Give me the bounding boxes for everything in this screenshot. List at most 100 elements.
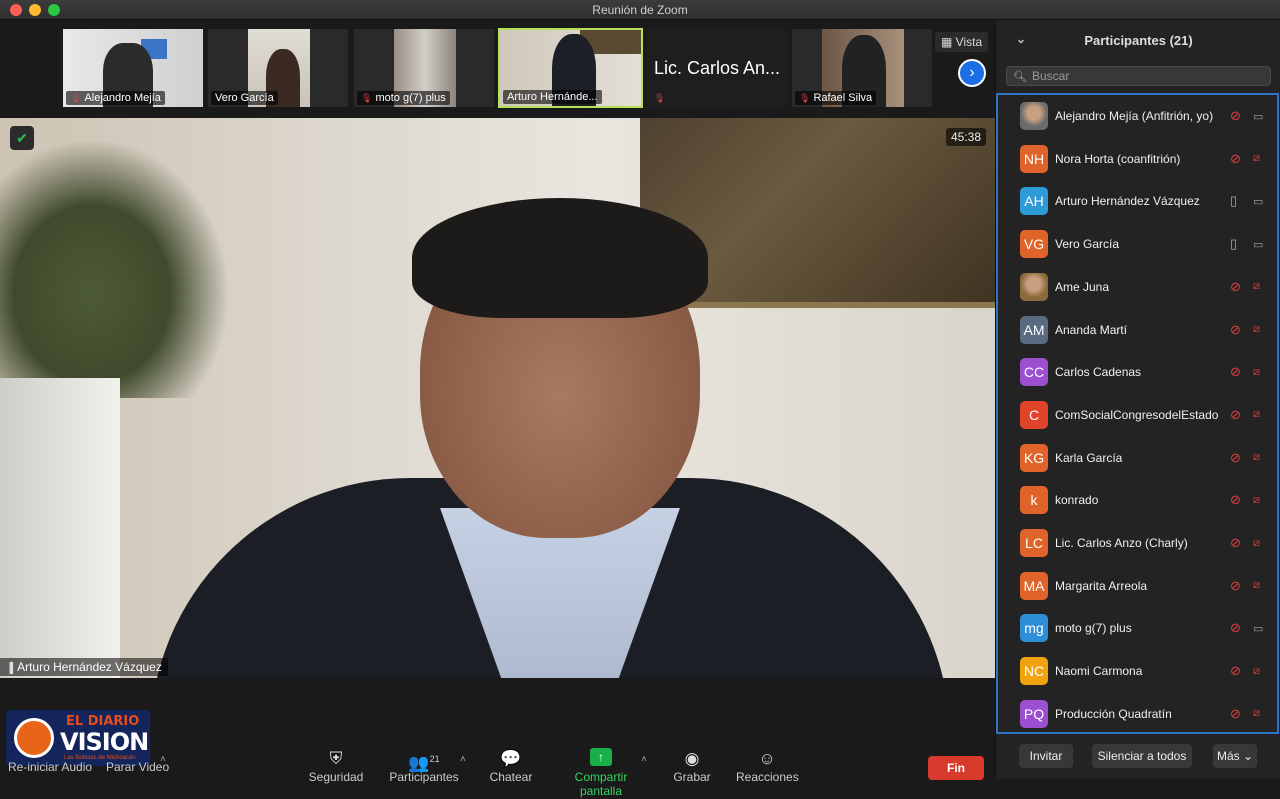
mic-muted-icon[interactable]: ⊘ bbox=[1230, 407, 1241, 423]
participant-name: Margarita Arreola bbox=[1055, 578, 1148, 593]
participant-row[interactable]: VG Vero García ▯ ▭ bbox=[998, 223, 1277, 265]
participants-caret-icon[interactable]: ˄ bbox=[460, 754, 466, 765]
unmute-audio-button[interactable]: Re-iniciar Audio bbox=[8, 760, 92, 774]
thumbnail-tile[interactable]: 🎙 Alejandro Mejía bbox=[62, 28, 204, 108]
thumbnail-name: moto g(7) plus bbox=[375, 92, 446, 104]
participant-row[interactable]: PQ Producción Quadratín ⊘ ⧄ bbox=[998, 693, 1277, 732]
chat-bubble-icon: 💬 bbox=[500, 749, 522, 768]
collapse-chevron-icon[interactable]: ⌄ bbox=[1016, 32, 1026, 46]
participant-row[interactable]: LC Lic. Carlos Anzo (Charly) ⊘ ⧄ bbox=[998, 522, 1277, 564]
end-meeting-button[interactable]: Fin bbox=[928, 756, 984, 780]
avatar: MA bbox=[1020, 571, 1048, 600]
participant-name: Ananda Martí bbox=[1055, 322, 1128, 337]
watermark-logo: EL DIARIO VISION Las Noticias de Michoac… bbox=[6, 710, 150, 766]
more-button[interactable]: Más ⌄ bbox=[1213, 744, 1257, 768]
mic-muted-icon[interactable]: ⊘ bbox=[1230, 151, 1241, 167]
active-speaker-video: ✔ 45:38 ▐ Arturo Hernández Vázquez bbox=[0, 118, 995, 678]
avatar: VG bbox=[1020, 230, 1048, 259]
background-vase bbox=[0, 378, 120, 678]
camera-off-icon[interactable]: ⧄ bbox=[1253, 707, 1260, 720]
mic-muted-icon[interactable]: ⊘ bbox=[1230, 322, 1241, 338]
camera-off-icon[interactable]: ⧄ bbox=[1253, 451, 1260, 464]
next-page-button[interactable]: › bbox=[958, 59, 986, 87]
background-plant bbox=[0, 138, 230, 398]
participant-row[interactable]: AH Arturo Hernández Vázquez ▯ ▭ bbox=[998, 180, 1277, 222]
invite-button[interactable]: Invitar bbox=[1019, 744, 1073, 768]
camera-off-icon[interactable]: ⧄ bbox=[1253, 323, 1260, 336]
participant-name: Arturo Hernández Vázquez bbox=[1055, 194, 1200, 209]
mic-muted-icon[interactable]: ⊘ bbox=[1230, 706, 1241, 722]
share-caret-icon[interactable]: ˄ bbox=[641, 754, 647, 765]
participant-row[interactable]: mg moto g(7) plus ⊘ ▭ bbox=[998, 607, 1277, 649]
record-icon: ◉ bbox=[684, 749, 700, 768]
avatar: mg bbox=[1020, 614, 1048, 643]
meeting-area: 🎙 Alejandro Mejía Vero García 🎙 moto g(7) … bbox=[0, 20, 995, 799]
participant-row[interactable]: NC Naomi Carmona ⊘ ⧄ bbox=[998, 650, 1277, 692]
mic-muted-icon: 🎙 bbox=[361, 93, 373, 103]
participant-name: ComSocialCongresodelEstado bbox=[1055, 407, 1219, 422]
participant-row[interactable]: MA Margarita Arreola ⊘ ⧄ bbox=[998, 565, 1277, 607]
thumbnail-tile-active[interactable]: Arturo Hernánde... bbox=[498, 28, 643, 108]
thumbnail-name: Rafael Silva bbox=[813, 92, 873, 104]
thumbnail-tile[interactable]: 🎙 Rafael Silva bbox=[791, 28, 933, 108]
close-window-button[interactable] bbox=[10, 4, 22, 16]
stop-video-button[interactable]: Parar Video bbox=[106, 760, 169, 774]
mic-muted-icon[interactable]: ⊘ bbox=[1230, 364, 1241, 380]
thumbnail-tile[interactable]: Lic. Carlos An... 🎙 bbox=[646, 28, 788, 108]
logo-emblem bbox=[14, 718, 54, 758]
mic-muted-icon[interactable]: ⊘ bbox=[1230, 108, 1241, 124]
camera-icon[interactable]: ▭ bbox=[1253, 110, 1263, 123]
avatar: PQ bbox=[1020, 699, 1048, 728]
speaker-hair bbox=[412, 198, 708, 318]
search-input[interactable] bbox=[1031, 69, 1262, 83]
search-icon: 🔍︎ bbox=[1013, 70, 1027, 83]
share-screen-button[interactable]: ↑ Compartir pantalla bbox=[552, 748, 650, 798]
mic-muted-icon[interactable]: ⊘ bbox=[1230, 663, 1241, 679]
camera-icon[interactable]: ▭ bbox=[1253, 622, 1263, 635]
mic-muted-icon[interactable]: ⊘ bbox=[1230, 279, 1241, 295]
mic-muted-icon: 🎙 bbox=[70, 93, 82, 103]
participant-row[interactable]: Ame Juna ⊘ ⧄ bbox=[998, 266, 1277, 308]
camera-icon[interactable]: ▭ bbox=[1253, 238, 1263, 251]
avatar: NC bbox=[1020, 657, 1048, 686]
mic-muted-icon[interactable]: ⊘ bbox=[1230, 450, 1241, 466]
camera-off-icon[interactable]: ⧄ bbox=[1253, 579, 1260, 592]
zoom-window-button[interactable] bbox=[48, 4, 60, 16]
participant-row[interactable]: AM Ananda Martí ⊘ ⧄ bbox=[998, 309, 1277, 351]
camera-off-icon[interactable]: ⧄ bbox=[1253, 280, 1260, 293]
view-button[interactable]: ▦ Vista bbox=[935, 32, 989, 52]
participant-row[interactable]: k konrado ⊘ ⧄ bbox=[998, 479, 1277, 521]
camera-off-icon[interactable]: ⧄ bbox=[1253, 152, 1260, 165]
participant-name: Ame Juna bbox=[1055, 279, 1110, 294]
mic-muted-icon[interactable]: ⊘ bbox=[1230, 492, 1241, 508]
camera-icon[interactable]: ▭ bbox=[1253, 195, 1263, 208]
camera-off-icon[interactable]: ⧄ bbox=[1253, 366, 1260, 379]
encryption-shield-icon[interactable]: ✔ bbox=[10, 126, 34, 150]
window-controls bbox=[10, 4, 60, 16]
avatar: KG bbox=[1020, 443, 1048, 472]
minimize-window-button[interactable] bbox=[29, 4, 41, 16]
thumbnail-tile[interactable]: Vero García bbox=[207, 28, 349, 108]
mic-muted-icon[interactable]: ⊘ bbox=[1230, 620, 1241, 636]
mic-icon[interactable]: ▯ bbox=[1230, 193, 1237, 209]
chevron-down-icon: ⌄ bbox=[1239, 749, 1254, 763]
camera-off-icon[interactable]: ⧄ bbox=[1253, 494, 1260, 507]
participant-row[interactable]: Alejandro Mejía (Anfitrión, yo) ⊘ ▭ bbox=[998, 95, 1277, 137]
camera-off-icon[interactable]: ⧄ bbox=[1253, 408, 1260, 421]
title-bar: Reunión de Zoom bbox=[0, 0, 1280, 20]
mic-muted-icon[interactable]: ⊘ bbox=[1230, 535, 1241, 551]
mute-all-button[interactable]: Silenciar a todos bbox=[1092, 744, 1192, 768]
avatar: C bbox=[1020, 400, 1048, 429]
participant-row[interactable]: NH Nora Horta (coanfitrión) ⊘ ⧄ bbox=[998, 138, 1277, 180]
camera-off-icon[interactable]: ⧄ bbox=[1253, 665, 1260, 678]
participant-row[interactable]: C ComSocialCongresodelEstado ⊘ ⧄ bbox=[998, 394, 1277, 436]
meeting-timer: 45:38 bbox=[946, 128, 987, 146]
mic-icon[interactable]: ▯ bbox=[1230, 236, 1237, 252]
thumbnail-name: Lic. Carlos An... bbox=[653, 57, 781, 78]
mic-muted-icon[interactable]: ⊘ bbox=[1230, 578, 1241, 594]
participant-row[interactable]: CC Carlos Cadenas ⊘ ⧄ bbox=[998, 351, 1277, 393]
participant-row[interactable]: KG Karla García ⊘ ⧄ bbox=[998, 437, 1277, 479]
thumbnail-tile[interactable]: 🎙 moto g(7) plus bbox=[353, 28, 495, 108]
camera-off-icon[interactable]: ⧄ bbox=[1253, 537, 1260, 550]
thumbnail-name: Vero García bbox=[215, 92, 274, 104]
